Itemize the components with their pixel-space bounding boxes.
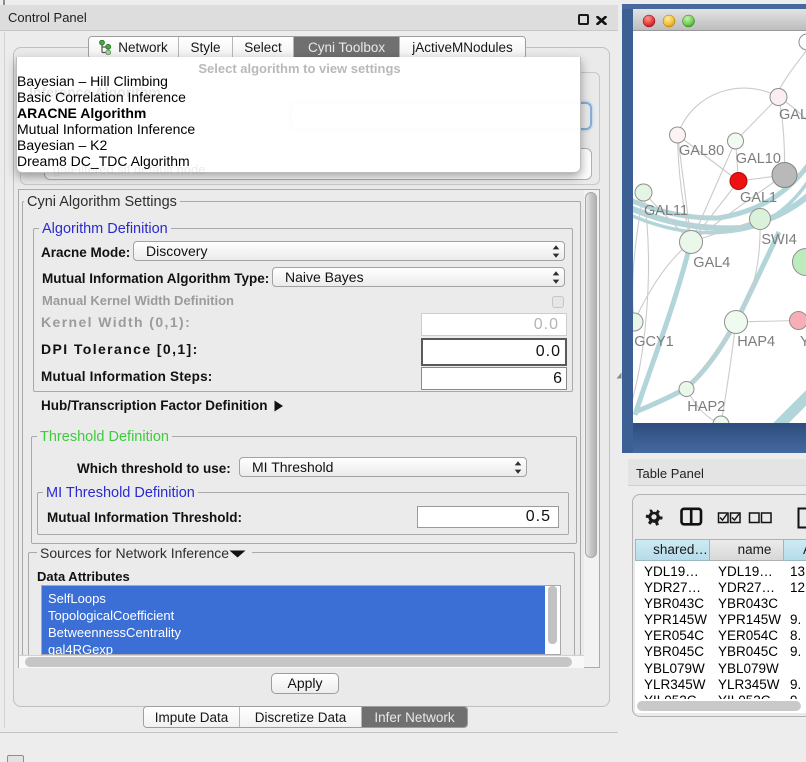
svg-text:GAL11: GAL11 (644, 203, 688, 219)
svg-text:HAP4: HAP4 (737, 334, 775, 350)
svg-text:GAL1: GAL1 (740, 190, 777, 206)
svg-text:GAL7: GAL7 (779, 107, 806, 123)
svg-text:SWI4: SWI4 (761, 232, 796, 248)
svg-text:GAL10: GAL10 (736, 151, 781, 167)
svg-text:Y: Y (800, 334, 806, 350)
svg-text:GAL4: GAL4 (693, 255, 730, 271)
svg-text:HAP2: HAP2 (687, 399, 725, 415)
svg-text:GAL80: GAL80 (679, 143, 724, 159)
svg-text:GCY1: GCY1 (634, 334, 674, 350)
